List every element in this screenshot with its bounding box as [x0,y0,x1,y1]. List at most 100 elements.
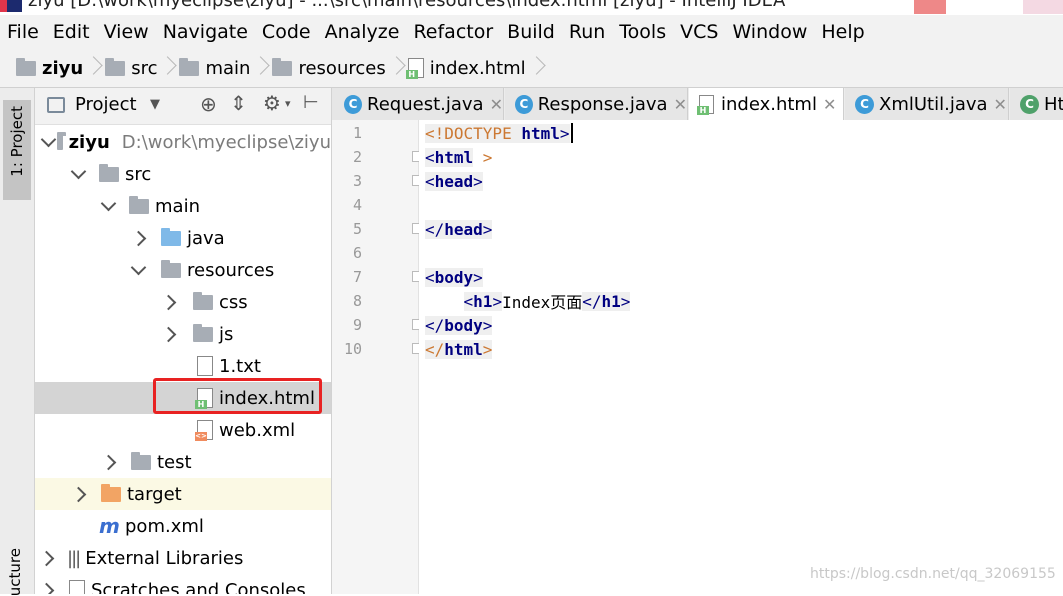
tree-item-java[interactable]: java [35,222,331,254]
close-icon[interactable]: ✕ [490,95,503,114]
tool-tab-project[interactable]: 1: Project [3,100,31,200]
line-number: 10 [343,340,362,358]
collapsed-arrow-icon[interactable] [73,486,89,502]
tree-item-main[interactable]: main [35,190,331,222]
menu-navigate[interactable]: Navigate [156,21,255,43]
tree-item-web-xml[interactable]: <> web.xml [35,414,331,446]
watermark: https://blog.csdn.net/qq_32069155 [810,566,1056,582]
tree-item-pom-xml[interactable]: m pom.xml [35,510,331,542]
collapsed-arrow-icon[interactable] [41,582,57,594]
code-editor[interactable]: <!DOCTYPE html > < html > < head > </head > <… [419,120,1063,594]
folder-icon [99,163,119,182]
folder-icon [105,57,126,76]
breadcrumb-separator-icon [161,53,173,83]
tree-item-path: D:\work\myeclipse\ziyu [121,131,331,153]
project-panel-header: Project ▼ ⊕ ⇕ ⚙ ▾ ⊢ [35,88,331,125]
menu-file[interactable]: File [0,21,46,43]
collapsed-arrow-icon[interactable] [163,326,179,342]
text-caret [570,123,573,143]
menu-vcs[interactable]: VCS [673,21,725,43]
collapsed-arrow-icon[interactable] [163,294,179,310]
tree-item-label: web.xml [219,419,296,441]
code-token: > [482,339,493,359]
tree-item-label: js [219,323,234,345]
breadcrumb-separator-icon [254,53,266,83]
java-class-icon: C [855,94,874,114]
expand-arrow-icon[interactable] [41,134,45,150]
tree-item-src[interactable]: src [35,158,331,190]
expand-arrow-icon[interactable] [71,166,87,182]
breadcrumb-item-src[interactable]: src [105,57,157,79]
menu-analyze[interactable]: Analyze [318,21,407,43]
breadcrumb-item-index-html[interactable]: H index.html [405,57,526,79]
breadcrumb-label: index.html [429,57,526,79]
tab-response-java[interactable]: C Response.java ✕ [505,88,688,120]
code-token: html [434,147,474,167]
tree-item-resources[interactable]: resources [35,254,331,286]
code-token: h1 [473,291,493,311]
collapsed-arrow-icon[interactable] [133,230,149,246]
project-view-selector[interactable]: Project [75,94,137,115]
window-title-bar: ziyu [D:\work\myeclipse\ziyu] - ...\src\… [0,0,1063,15]
tool-tab-structure-label[interactable]: ucture [6,548,24,596]
menu-run[interactable]: Run [562,21,612,43]
tree-item-external-libraries[interactable]: ||| External Libraries [35,542,331,574]
breadcrumb-item-main[interactable]: main [179,57,250,79]
menu-edit[interactable]: Edit [46,21,97,43]
tab-label: Ht [1044,93,1063,115]
gear-dropdown-icon[interactable]: ▾ [285,97,291,110]
text-file-icon [197,356,213,376]
tree-item-target[interactable]: target [35,478,331,510]
tree-item-ziyu[interactable]: ziyu D:\work\myeclipse\ziyu [35,126,331,158]
close-icon[interactable]: ✕ [823,95,836,114]
tree-item-label: Scratches and Consoles [91,579,306,595]
menu-tools[interactable]: Tools [612,21,673,43]
collapsed-arrow-icon[interactable] [41,550,57,566]
folder-icon [179,57,200,76]
line-number: 5 [352,220,362,238]
scratches-icon [69,580,85,594]
tab-index-html[interactable]: H index.html ✕ [689,88,844,120]
tab-xmlutil-java[interactable]: C XmlUtil.java ✕ [845,88,1009,120]
chevron-down-icon[interactable]: ▼ [150,97,160,112]
close-icon[interactable]: ✕ [994,95,1007,114]
collapsed-arrow-icon[interactable] [103,454,119,470]
tree-item-css[interactable]: css [35,286,331,318]
menu-view[interactable]: View [97,21,156,43]
menu-window[interactable]: Window [725,21,814,43]
project-tool-window: Project ▼ ⊕ ⇕ ⚙ ▾ ⊢ ziyu D:\work\myeclip… [35,88,332,594]
breadcrumb-item-resources[interactable]: resources [272,57,386,79]
breadcrumb-item-ziyu[interactable]: ziyu [16,57,83,79]
tree-item-label: main [155,195,200,217]
tab-ht[interactable]: C Ht [1010,88,1063,120]
hide-panel-icon[interactable]: ⊢ [303,92,319,113]
tree-item-test[interactable]: test [35,446,331,478]
menu-bar: File Edit View Navigate Code Analyze Ref… [0,15,1063,49]
tree-item-label: External Libraries [85,547,244,569]
expand-arrow-icon[interactable] [131,262,147,278]
menu-help[interactable]: Help [814,21,871,43]
tree-item-label: resources [187,259,275,281]
menu-code[interactable]: Code [255,21,318,43]
tree-item-scratches[interactable]: Scratches and Consoles [35,574,331,594]
collapse-all-icon[interactable]: ⇕ [230,91,247,115]
code-token: > [620,291,631,311]
line-number: 9 [352,316,362,334]
code-line-1: <!DOCTYPE html > [425,121,573,145]
source-folder-icon [161,227,181,246]
code-token: h1 [601,291,621,311]
expand-arrow-icon[interactable] [101,198,117,214]
line-number: 2 [352,148,362,166]
gear-icon[interactable]: ⚙ [263,91,281,115]
tab-request-java[interactable]: C Request.java ✕ [332,88,504,120]
tree-item-js[interactable]: js [35,318,331,350]
close-icon[interactable]: ✕ [674,95,687,114]
code-line-10: </html > [425,337,493,361]
code-line-7: < body > [425,265,483,289]
intellij-logo-accent [0,0,7,12]
menu-refactor[interactable]: Refactor [406,21,500,43]
tree-item-label: pom.xml [125,515,204,537]
locate-file-icon[interactable]: ⊕ [200,92,217,116]
menu-build[interactable]: Build [500,21,562,43]
code-token: </ [582,291,602,311]
